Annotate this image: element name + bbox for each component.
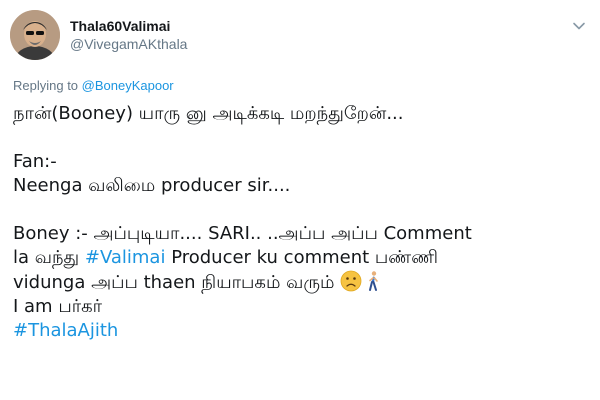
replying-to-label: Replying to — [13, 78, 82, 93]
user-names: Thala60Valimai @VivegamAKthala — [70, 17, 187, 53]
tweet-line: la வந்து #Valimai Producer ku comment பண… — [13, 246, 583, 270]
tweet-line: Neenga வலிமை producer sir.... — [13, 175, 291, 196]
chevron-down-icon[interactable] — [572, 18, 586, 32]
reply-mention-link[interactable]: @BoneyKapoor — [82, 78, 174, 93]
tweet-header: Thala60Valimai @VivegamAKthala — [10, 10, 187, 60]
tweet-line: I am பர்கர் — [13, 296, 103, 317]
person-walking-icon — [362, 270, 384, 292]
tweet-line: Boney :- அப்புடியா.... SARI.. ..அப்ப அப்… — [13, 223, 472, 244]
avatar[interactable] — [10, 10, 60, 60]
hashtag-thalaajith-link[interactable]: #ThalaAjith — [13, 319, 583, 343]
tweet-line: நான்(Booney) யாரு னு அடிக்கடி மறந்துறேன்… — [13, 103, 404, 124]
tweet-text-segment: Producer ku comment பண்ணி — [165, 247, 438, 268]
tweet-text: நான்(Booney) யாரு னு அடிக்கடி மறந்துறேன்… — [13, 102, 583, 343]
tweet-text-segment: la வந்து — [13, 247, 85, 268]
display-name[interactable]: Thala60Valimai — [70, 17, 187, 35]
tweet-card: Thala60Valimai @VivegamAKthala Replying … — [0, 0, 600, 400]
frowning-face-icon — [340, 270, 362, 292]
hashtag-valimai-link[interactable]: #Valimai — [85, 247, 166, 268]
tweet-text-segment: vidunga அப்ப thaen நியாபகம் வரும் — [13, 272, 341, 293]
tweet-line: vidunga அப்ப thaen நியாபகம் வரும் — [13, 270, 583, 295]
user-handle[interactable]: @VivegamAKthala — [70, 35, 187, 53]
tweet-line: Fan:- — [13, 151, 57, 172]
replying-to: Replying to @BoneyKapoor — [13, 78, 174, 93]
